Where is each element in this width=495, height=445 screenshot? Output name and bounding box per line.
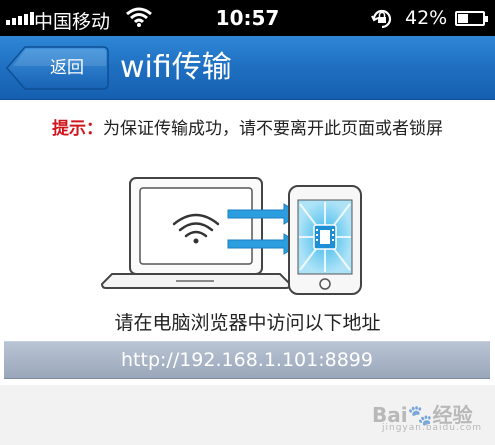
transfer-illustration [0, 170, 495, 300]
back-button[interactable]: 返回 [5, 46, 109, 90]
battery-icon [455, 11, 488, 26]
back-button-label: 返回 [50, 58, 84, 78]
rotation-lock-icon [370, 7, 394, 36]
hint-message: 提示：为保证传输成功，请不要离开此页面或者锁屏 [0, 114, 495, 139]
battery-percent: 42% [405, 7, 448, 29]
hint-label: 提示： [52, 119, 103, 139]
server-address[interactable]: http://192.168.1.101:8899 [4, 341, 490, 379]
watermark-sub: jingyan.baidu.com [382, 423, 483, 433]
video-file-icon [313, 224, 337, 250]
hint-text: 为保证传输成功，请不要离开此页面或者锁屏 [103, 119, 443, 139]
navigation-bar: 返回 wifi传输 [0, 36, 495, 100]
status-bar: 中国移动 10:57 42% [0, 0, 495, 36]
instruction-text: 请在电脑浏览器中访问以下地址 [114, 312, 381, 334]
watermark-logo: Bai🐾经验 jingyan.baidu.com [352, 385, 492, 443]
page-title: wifi传输 [120, 50, 232, 85]
